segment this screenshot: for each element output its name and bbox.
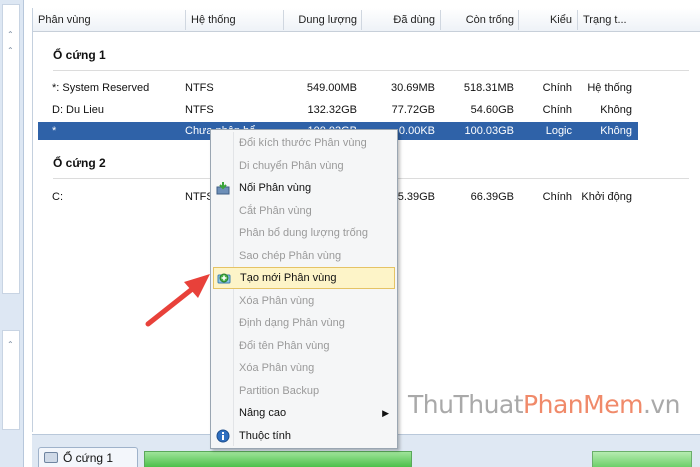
cell-filesystem: NTFS	[185, 104, 214, 116]
cell-partition: D: Du Lieu	[52, 104, 104, 116]
column-used[interactable]: Đã dùng	[363, 12, 435, 28]
menu-item-delete-partition[interactable]: Xóa Phân vùng	[213, 290, 395, 312]
cell-capacity: 132.32GB	[307, 104, 357, 116]
merge-icon	[216, 182, 230, 195]
column-type[interactable]: Kiểu	[520, 12, 572, 28]
column-separator[interactable]	[361, 10, 362, 30]
menu-item-advanced[interactable]: Nâng cao ▶	[213, 402, 395, 424]
menu-item-label: Định dạng Phân vùng	[239, 317, 345, 329]
partition-block[interactable]	[592, 451, 692, 467]
column-partition[interactable]: Phân vùng	[38, 12, 91, 28]
cell-type: Chính	[542, 191, 572, 203]
menu-item-label: Nâng cao	[239, 407, 287, 419]
cell-status: Hệ thống	[587, 82, 632, 94]
column-separator[interactable]	[577, 10, 578, 30]
menu-item-merge-partition[interactable]: Nối Phân vùng	[213, 177, 395, 199]
cell-partition: C:	[52, 191, 63, 203]
column-separator[interactable]	[440, 10, 441, 30]
cell-free: 66.39GB	[470, 191, 514, 203]
column-header: Phân vùng Hệ thống Dung lượng Đã dùng Cò…	[33, 8, 700, 32]
menu-item-rename-partition[interactable]: Đổi tên Phân vùng	[213, 335, 395, 357]
menu-item-label: Xóa Phân vùng	[239, 294, 315, 307]
menu-item-label: Nối Phân vùng	[239, 182, 312, 194]
column-free[interactable]: Còn trống	[442, 12, 514, 28]
column-separator[interactable]	[518, 10, 519, 30]
left-sidebar-strip: ⌃ ⌃ ⌃	[0, 0, 24, 467]
collapse-icon[interactable]: ⌃	[7, 341, 17, 349]
watermark-part: ThuThuat	[408, 390, 524, 419]
menu-item-split-partition[interactable]: Cắt Phân vùng	[213, 200, 395, 222]
partition-row[interactable]: D: Du Lieu NTFS 132.32GB 77.72GB 54.60GB…	[38, 101, 638, 119]
cell-filesystem: NTFS	[185, 82, 214, 94]
cell-free: 518.31MB	[463, 82, 514, 94]
menu-item-label: Di chuyển Phân vùng	[239, 159, 344, 172]
cell-partition: *: System Reserved	[52, 82, 150, 94]
watermark-part: PhanMem	[523, 390, 643, 419]
collapse-icon[interactable]: ⌃	[7, 47, 17, 55]
menu-item-resize-partition[interactable]: Đổi kích thước Phân vùng	[213, 132, 395, 154]
cell-free: 100.03GB	[464, 125, 514, 137]
menu-item-label: Xóa Phân vùng	[239, 362, 315, 374]
collapse-icon[interactable]: ⌃	[7, 31, 17, 39]
column-separator[interactable]	[283, 10, 284, 30]
cell-status: Khởi động	[581, 191, 632, 203]
menu-item-label: Thuộc tính	[239, 429, 291, 442]
menu-item-copy-partition[interactable]: Sao chép Phân vùng	[213, 245, 395, 267]
submenu-arrow-icon: ▶	[382, 408, 389, 418]
cell-used: 77.72GB	[391, 104, 435, 116]
menu-item-allocate-free-space[interactable]: Phân bổ dung lượng trống	[213, 222, 395, 244]
menu-item-move-partition[interactable]: Di chuyển Phân vùng	[213, 155, 395, 177]
left-panel-lower: ⌃	[2, 330, 20, 430]
partition-block[interactable]	[144, 451, 412, 467]
menu-item-label: Cắt Phân vùng	[239, 204, 312, 217]
menu-item-label: Phân bổ dung lượng trống	[239, 227, 368, 239]
menu-item-label: Tạo mới Phân vùng	[240, 272, 337, 284]
column-system[interactable]: Hệ thống	[191, 12, 236, 28]
cell-status: Không	[600, 125, 632, 137]
cell-type: Chính	[542, 104, 572, 116]
cell-capacity: 549.00MB	[306, 82, 357, 94]
menu-item-label: Đổi tên Phân vùng	[239, 339, 330, 352]
left-panel-upper: ⌃ ⌃	[2, 4, 20, 294]
partition-row[interactable]: *: System Reserved NTFS 549.00MB 30.69MB…	[38, 79, 638, 97]
watermark-part: .vn	[642, 390, 681, 419]
menu-item-wipe-partition[interactable]: Xóa Phân vùng	[213, 357, 395, 379]
cell-type: Chính	[542, 82, 572, 94]
menu-item-label: Đổi kích thước Phân vùng	[239, 137, 367, 149]
disk-1-tab[interactable]: Ổ cứng 1	[38, 447, 138, 467]
menu-item-properties[interactable]: Thuộc tính	[213, 425, 395, 447]
disk-1-title: Ổ cứng 1	[53, 48, 106, 62]
menu-item-create-partition[interactable]: Tạo mới Phân vùng	[213, 267, 395, 289]
cell-status: Không	[600, 104, 632, 116]
disk-tab-label: Ổ cứng 1	[63, 451, 114, 465]
annotation-arrow-icon	[145, 274, 210, 327]
cell-free: 54.60GB	[470, 104, 514, 116]
column-status[interactable]: Trạng t...	[583, 12, 627, 28]
menu-item-label: Partition Backup	[239, 384, 320, 397]
column-capacity[interactable]: Dung lượng	[285, 12, 357, 28]
disk-2-title: Ổ cứng 2	[53, 156, 106, 170]
hard-disk-icon	[44, 452, 58, 463]
watermark-logo: ThuThuatPhanMem.vn	[408, 390, 681, 419]
menu-item-partition-backup[interactable]: Partition Backup	[213, 380, 395, 402]
menu-item-label: Sao chép Phân vùng	[239, 249, 342, 262]
cell-partition: *	[52, 125, 57, 137]
cell-used: 30.69MB	[390, 82, 435, 94]
menu-item-format-partition[interactable]: Định dạng Phân vùng	[213, 312, 395, 334]
column-separator[interactable]	[185, 10, 186, 30]
group-divider	[53, 70, 689, 71]
cell-type: Logic	[545, 125, 572, 137]
context-menu: Đổi kích thước Phân vùng Di chuyển Phân …	[210, 129, 398, 449]
info-icon	[216, 429, 230, 442]
